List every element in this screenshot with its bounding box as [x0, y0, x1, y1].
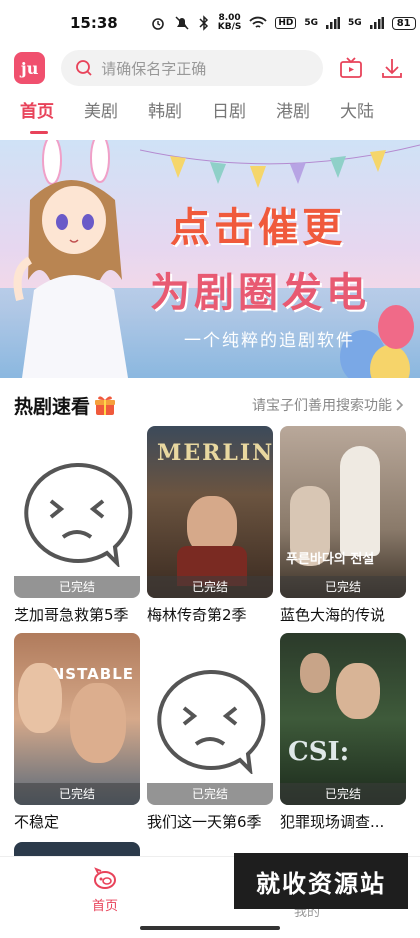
nav-home[interactable]: 首页 [80, 867, 130, 914]
hot-drama-header: 热剧速看 请宝子们善用搜索功能 [14, 392, 406, 418]
drama-card[interactable]: 已完结 我们这一天第6季 [147, 633, 273, 832]
card-title: 梅林传奇第2季 [147, 606, 247, 624]
status-badge: 已完结 [147, 783, 273, 805]
gift-icon [95, 396, 116, 415]
poster-csi: CSI: 已完结 [280, 633, 406, 805]
banner-headline: 点击催更 [170, 204, 346, 251]
card-title: 犯罪现场调查... [280, 813, 385, 831]
status-bar: 15:38 8.00 KB/S HD 5G 5G 81 [0, 0, 420, 46]
tab-us-drama[interactable]: 美剧 [84, 94, 118, 130]
drama-card[interactable]: 푸른바다의 전설 已完结 蓝色大海的传说 [280, 426, 406, 625]
anime-girl-illustration [13, 140, 128, 378]
status-badge: 已完结 [280, 783, 406, 805]
tab-hk-drama[interactable]: 港剧 [276, 94, 310, 130]
sad-face-icon [157, 669, 266, 774]
app-logo[interactable]: ju [14, 52, 46, 84]
drama-card[interactable]: CSI: 已完结 犯罪现场调查... [280, 633, 406, 832]
promo-banner[interactable]: 点击催更 为剧圈发电 一个纯粹的追剧软件 [0, 140, 420, 378]
bluetooth-icon [199, 15, 208, 31]
poster-title: 푸른바다의 전설 [286, 552, 375, 567]
status-badge: 已完结 [280, 576, 406, 598]
sad-face-icon [24, 462, 133, 567]
drama-card[interactable]: UNSTABLE 已完结 不稳定 [14, 633, 140, 832]
poster-placeholder: 已完结 [147, 633, 273, 805]
status-badge: 已完结 [14, 576, 140, 598]
wifi-icon [249, 16, 268, 28]
search-icon [76, 60, 92, 76]
status-badge: 已完结 [147, 576, 273, 598]
app-header: ju 请确保名字正确 [0, 48, 420, 88]
bunting-flags [140, 144, 420, 188]
card-title: 我们这一天第6季 [147, 813, 262, 831]
home-pig-icon [94, 867, 116, 889]
tab-japanese-drama[interactable]: 日剧 [212, 94, 246, 130]
card-title: 不稳定 [14, 813, 60, 831]
search-hint-text: 请宝子们善用搜索功能 [252, 398, 392, 414]
poster-title: MERLIN [157, 440, 273, 466]
drama-card-partial[interactable] [14, 842, 140, 856]
signal-bars-icon-2 [369, 17, 384, 29]
drama-card[interactable]: 已完结 芝加哥急救第5季 [14, 426, 140, 625]
category-tabs: 首页 美剧 韩剧 日剧 港剧 大陆 [0, 92, 420, 134]
poster-title: CSI: [288, 737, 350, 767]
poster-legend-blue-sea: 푸른바다의 전설 已完结 [280, 426, 406, 598]
card-title: 芝加哥急救第5季 [14, 606, 129, 624]
tv-icon[interactable] [337, 54, 364, 82]
hd-badge: HD [275, 17, 297, 29]
signal-2: 5G [348, 18, 362, 28]
search-hint-link[interactable]: 请宝子们善用搜索功能 [252, 395, 406, 415]
tab-home[interactable]: 首页 [20, 94, 54, 134]
tab-mainland-drama[interactable]: 大陆 [340, 94, 374, 130]
card-title: 蓝色大海的传说 [280, 606, 386, 624]
mute-icon [175, 16, 189, 30]
watermark-overlay: 就收资源站 [234, 853, 408, 909]
chevron-right-icon [396, 399, 404, 411]
poster-unstable: UNSTABLE 已完结 [14, 633, 140, 805]
poster-merlin: MERLIN 已完结 [147, 426, 273, 598]
net-speed: 8.00 KB/S [217, 13, 242, 32]
search-placeholder: 请确保名字正确 [101, 59, 207, 78]
balloon [378, 305, 414, 349]
signal-bars-icon [326, 17, 341, 29]
download-icon[interactable] [379, 54, 406, 82]
poster-placeholder: 已完结 [14, 426, 140, 598]
status-time: 15:38 [70, 14, 118, 32]
alarm-icon [151, 18, 164, 30]
drama-card[interactable]: MERLIN 已完结 梅林传奇第2季 [147, 426, 273, 625]
battery-indicator: 81 [391, 16, 416, 30]
banner-tagline: 一个纯粹的追剧软件 [184, 331, 355, 351]
search-bar[interactable]: 请确保名字正确 [61, 50, 324, 86]
section-title: 热剧速看 [14, 395, 91, 418]
status-badge: 已完结 [14, 783, 140, 805]
banner-subheadline: 为剧圈发电 [150, 269, 370, 316]
signal-1: 5G [304, 18, 319, 28]
nav-home-label: 首页 [91, 899, 118, 914]
tab-korean-drama[interactable]: 韩剧 [148, 94, 182, 130]
home-indicator[interactable] [140, 926, 280, 930]
